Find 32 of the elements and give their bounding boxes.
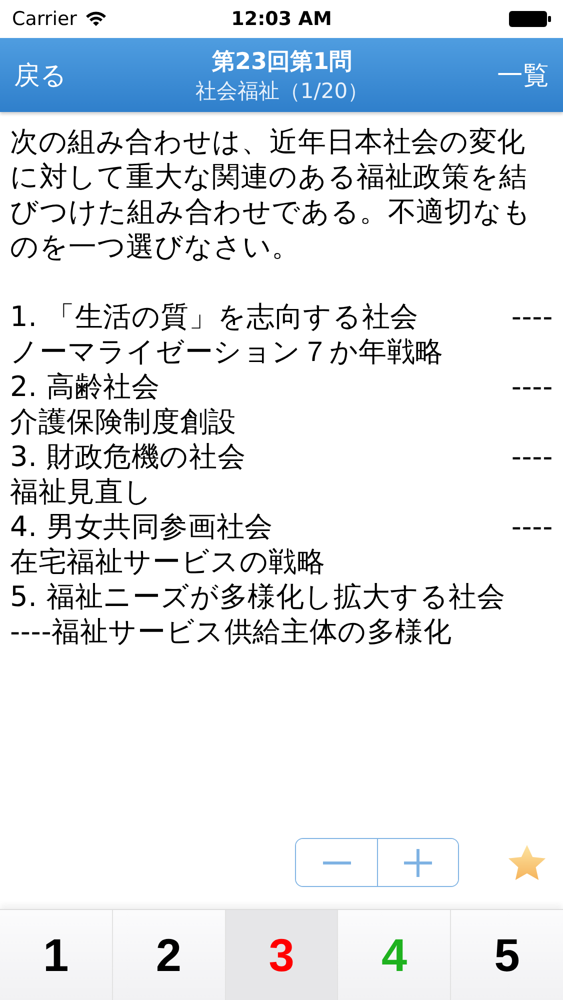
status-time: 12:03 AM (231, 8, 332, 30)
answer-button[interactable]: 3 (226, 910, 338, 1000)
option-answer-text: ----福祉サービス供給主体の多様化 (10, 614, 452, 649)
option-text: 2. 高齢社会 (10, 369, 160, 404)
question-text: 次の組み合わせは、近年日本社会の変化に対して重大な関連のある福祉政策を結びつけた組み合わせである。不適切なものを一つ選びなさい。 (10, 124, 532, 264)
minus-icon (322, 860, 350, 864)
answer-button[interactable]: 4 (338, 910, 452, 1000)
back-button[interactable]: 戻る (14, 58, 67, 92)
nav-subtitle: 社会福祉（1/20） (195, 78, 369, 104)
answer-button[interactable]: 1 (0, 910, 113, 1000)
answer-button[interactable]: 5 (451, 910, 563, 1000)
nav-title: 第23回第1問 (212, 48, 352, 76)
option-dash: ---- (511, 299, 553, 334)
option-dash: ---- (511, 369, 553, 404)
carrier-label: Carrier (12, 8, 77, 30)
plus-button[interactable] (377, 839, 458, 886)
list-button[interactable]: 一覧 (496, 58, 549, 92)
option-answer-text: 福祉見直し (10, 474, 152, 509)
wifi-icon (84, 11, 107, 27)
option-dash: ---- (511, 509, 553, 544)
option-text: 5. 福祉ニーズが多様化し拡大する社会 (10, 579, 506, 614)
plus-icon (404, 848, 432, 876)
option-text: 1. 「生活の質」を志向する社会 (10, 299, 418, 334)
star-icon[interactable] (507, 844, 547, 882)
option-answer-text: ノーマライゼーション７か年戦略 (10, 334, 444, 369)
option-answer-text: 介護保険制度創設 (10, 404, 236, 439)
option-text: 3. 財政危機の社会 (10, 439, 246, 474)
option-dash: ---- (511, 439, 553, 474)
battery-icon (509, 10, 551, 28)
option-answer-text: 在宅福祉サービスの戦略 (10, 544, 326, 579)
answer-button[interactable]: 2 (112, 910, 226, 1000)
option-text: 4. 男女共同参画社会 (10, 509, 273, 544)
